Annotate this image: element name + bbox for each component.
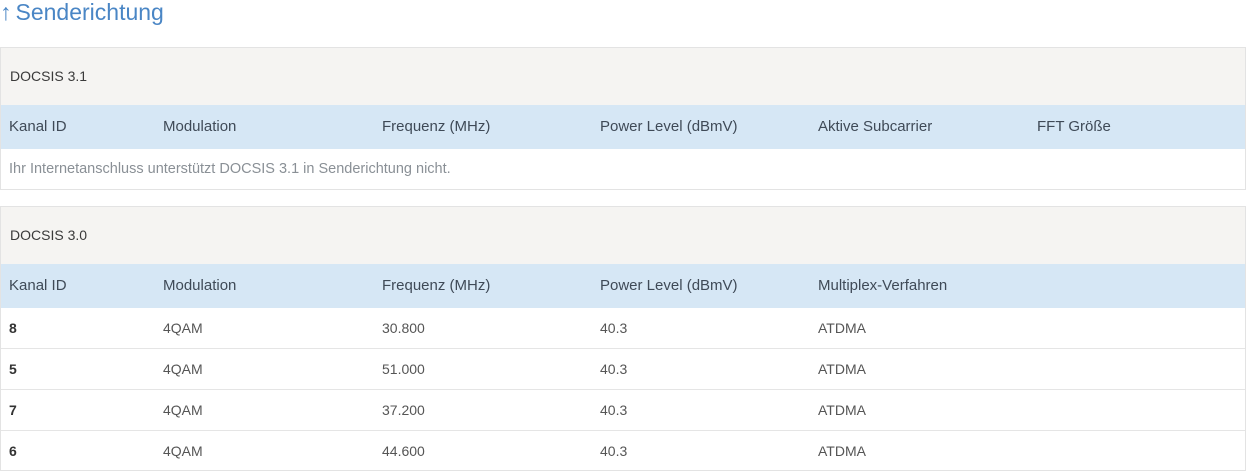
power-level: 40.3 (600, 361, 628, 377)
multiplex-verfahren: ATDMA (818, 443, 866, 459)
docsis31-header-row: Kanal ID Modulation Frequenz (MHz) Power… (1, 105, 1245, 149)
modulation: 4QAM (163, 402, 203, 418)
docsis31-title: DOCSIS 3.1 (1, 48, 1245, 105)
docsis31-note: Ihr Internetanschluss unterstützt DOCSIS… (1, 149, 1245, 190)
col-fft-groesse: FFT Größe (1037, 118, 1111, 135)
kanal-id: 6 (9, 443, 17, 459)
modulation: 4QAM (163, 361, 203, 377)
frequenz: 37.200 (382, 402, 425, 418)
frequenz: 30.800 (382, 320, 425, 336)
frequenz: 44.600 (382, 443, 425, 459)
multiplex-verfahren: ATDMA (818, 361, 866, 377)
power-level: 40.3 (600, 320, 628, 336)
docsis31-panel: DOCSIS 3.1 Kanal ID Modulation Frequenz … (0, 47, 1246, 190)
power-level: 40.3 (600, 402, 628, 418)
section-heading: ↑ Senderichtung (0, 0, 164, 26)
docsis30-header-row: Kanal ID Modulation Frequenz (MHz) Power… (1, 264, 1245, 308)
col-modulation: Modulation (163, 277, 237, 294)
modulation: 4QAM (163, 443, 203, 459)
table-row: 8 4QAM 30.800 40.3 ATDMA (1, 308, 1245, 349)
kanal-id: 5 (9, 361, 17, 377)
table-row: 7 4QAM 37.200 40.3 ATDMA (1, 390, 1245, 431)
docsis31-note-text: Ihr Internetanschluss unterstützt DOCSIS… (9, 161, 451, 177)
docsis30-panel: DOCSIS 3.0 Kanal ID Modulation Frequenz … (0, 206, 1246, 471)
docsis30-title: DOCSIS 3.0 (1, 207, 1245, 264)
col-modulation: Modulation (163, 118, 237, 135)
col-aktive-subcarrier: Aktive Subcarrier (818, 118, 933, 135)
power-level: 40.3 (600, 443, 628, 459)
kanal-id: 8 (9, 320, 17, 336)
section-title: Senderichtung (15, 0, 164, 25)
col-power-level: Power Level (dBmV) (600, 118, 738, 135)
multiplex-verfahren: ATDMA (818, 320, 866, 336)
col-kanal-id: Kanal ID (9, 118, 67, 135)
table-row: 6 4QAM 44.600 40.3 ATDMA (1, 431, 1245, 472)
col-multiplex-verfahren: Multiplex-Verfahren (818, 277, 948, 294)
arrow-up-icon: ↑ (0, 0, 12, 25)
modulation: 4QAM (163, 320, 203, 336)
col-frequenz: Frequenz (MHz) (382, 277, 491, 294)
col-frequenz: Frequenz (MHz) (382, 118, 491, 135)
multiplex-verfahren: ATDMA (818, 402, 866, 418)
col-power-level: Power Level (dBmV) (600, 277, 738, 294)
kanal-id: 7 (9, 402, 17, 418)
col-kanal-id: Kanal ID (9, 277, 67, 294)
table-row: 5 4QAM 51.000 40.3 ATDMA (1, 349, 1245, 390)
frequenz: 51.000 (382, 361, 425, 377)
